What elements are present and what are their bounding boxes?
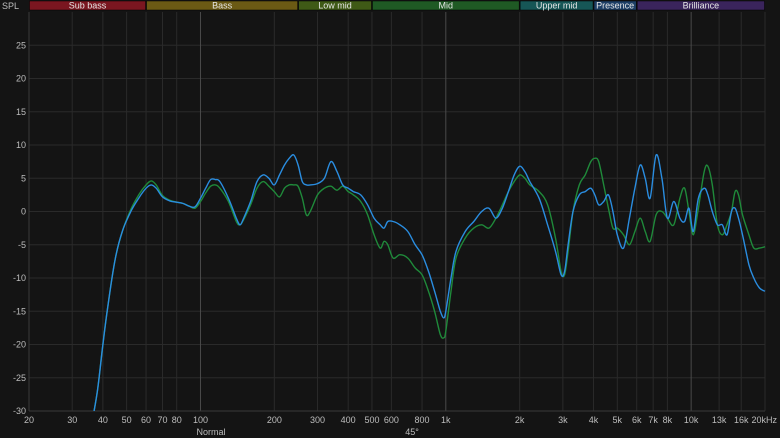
band-6-label: Brilliance <box>683 1 720 11</box>
x-tick-label-10: 400 <box>341 415 356 425</box>
y-tick-label-4: -10 <box>13 273 26 283</box>
x-tick-label-0: 20 <box>24 415 34 425</box>
chart-background <box>0 0 780 438</box>
y-tick-label-5: -5 <box>18 240 26 250</box>
x-tick-label-2: 40 <box>98 415 108 425</box>
legend-item-1: 45° <box>405 427 419 437</box>
y-axis-label: SPL <box>2 1 19 11</box>
x-tick-label-6: 80 <box>172 415 182 425</box>
y-tick-label-11: 25 <box>16 40 26 50</box>
x-tick-label-11: 500 <box>364 415 379 425</box>
y-tick-label-6: 0 <box>21 207 26 217</box>
x-tick-label-4: 60 <box>141 415 151 425</box>
band-4-label: Upper mid <box>536 1 578 11</box>
x-tick-label-23: 13k <box>712 415 727 425</box>
x-tick-label-12: 600 <box>384 415 399 425</box>
x-tick-label-16: 3k <box>558 415 568 425</box>
x-tick-label-15: 2k <box>515 415 525 425</box>
frequency-response-chart: SPL Sub bass Bass Low mid Mid Upper mid Prese… <box>0 0 780 438</box>
x-tick-label-13: 800 <box>415 415 430 425</box>
x-tick-label-7: 100 <box>193 415 208 425</box>
x-tick-label-22: 10k <box>684 415 699 425</box>
band-5-label: Presence <box>596 1 634 11</box>
x-tick-label-1: 30 <box>67 415 77 425</box>
x-tick-label-24: 16k <box>734 415 749 425</box>
x-tick-label-3: 50 <box>122 415 132 425</box>
frequency-bands: Sub bass Bass Low mid Mid Upper mid Presence B… <box>29 1 765 11</box>
band-3-label: Mid <box>439 1 454 11</box>
legend-item-0: Normal <box>196 427 225 437</box>
y-tick-label-3: -15 <box>13 306 26 316</box>
band-0-label: Sub bass <box>69 1 107 11</box>
y-tick-label-7: 5 <box>21 173 26 183</box>
x-tick-label-18: 5k <box>613 415 623 425</box>
x-tick-label-17: 4k <box>589 415 599 425</box>
y-tick-label-8: 10 <box>16 140 26 150</box>
x-tick-label-20: 7k <box>648 415 658 425</box>
y-tick-label-10: 20 <box>16 74 26 84</box>
x-tick-label-19: 6k <box>632 415 642 425</box>
y-tick-label-9: 15 <box>16 107 26 117</box>
y-tick-label-2: -20 <box>13 340 26 350</box>
band-1-label: Bass <box>212 1 233 11</box>
x-tick-label-25: 20kHz <box>751 415 777 425</box>
x-tick-label-8: 200 <box>267 415 282 425</box>
x-tick-label-5: 70 <box>157 415 167 425</box>
x-tick-label-9: 300 <box>310 415 325 425</box>
band-2-label: Low mid <box>318 1 352 11</box>
x-tick-label-21: 8k <box>663 415 673 425</box>
y-tick-label-1: -25 <box>13 373 26 383</box>
x-tick-label-14: 1k <box>441 415 451 425</box>
